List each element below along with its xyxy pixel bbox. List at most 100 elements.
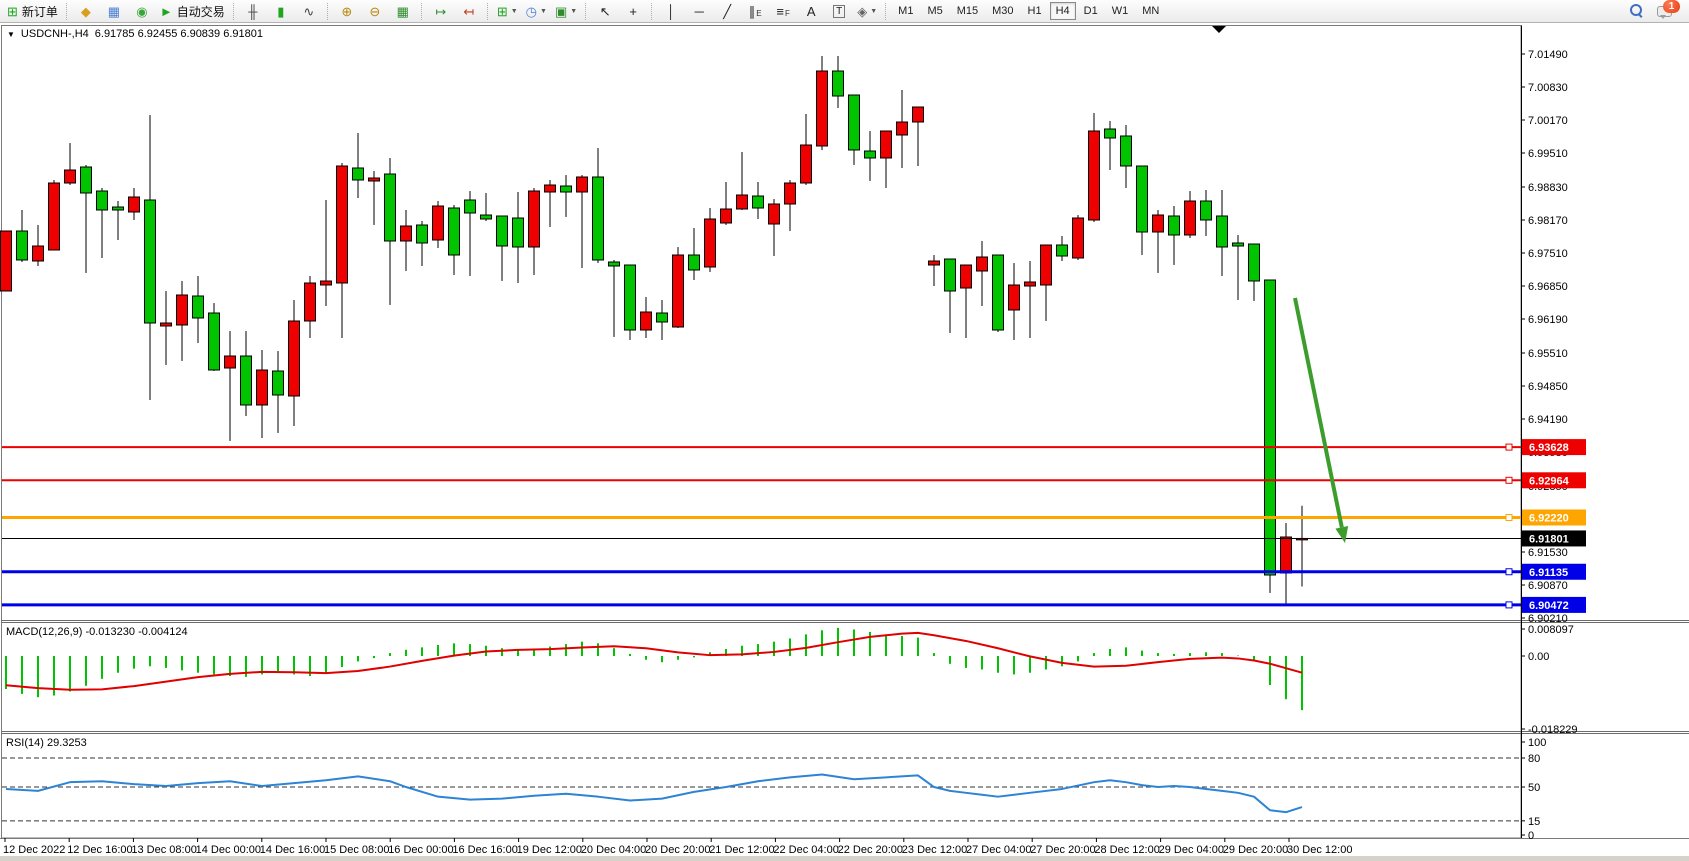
window-bottom-edge bbox=[0, 856, 1689, 861]
candle bbox=[497, 216, 508, 246]
candlestick-chart-icon: ▮ bbox=[277, 5, 284, 18]
toolbar: ⊞新订单◆▦◉►自动交易╫▮∿⊕⊖▦↦↤⊞▼◷▼▣▼↖+│─╱∥E≡FAT◈▼M… bbox=[0, 0, 1689, 23]
auto-scroll-button[interactable]: ↦ bbox=[428, 0, 454, 22]
new-chart-button[interactable]: ⊞▼ bbox=[494, 0, 521, 22]
timeframe-m30-button[interactable]: M30 bbox=[986, 2, 1019, 20]
signals-button[interactable]: ◆ bbox=[73, 0, 99, 22]
indicators-button[interactable]: ▣▼ bbox=[552, 0, 580, 22]
candle bbox=[849, 95, 860, 150]
candle bbox=[257, 370, 268, 405]
candle bbox=[513, 218, 524, 247]
chart-shift-button[interactable]: ↤ bbox=[456, 0, 482, 22]
line-handle[interactable] bbox=[1506, 515, 1512, 521]
chevron-down-icon[interactable]: ▼ bbox=[540, 8, 547, 15]
horizontal-line-button[interactable]: ─ bbox=[686, 0, 712, 22]
time-tick-label: 16 Dec 00:00 bbox=[388, 844, 453, 856]
new-order-button[interactable]: ⊞新订单 bbox=[4, 0, 61, 22]
candle bbox=[529, 191, 540, 247]
price-tick-label: 6.98830 bbox=[1528, 182, 1568, 194]
signals-icon: ◆ bbox=[81, 5, 91, 18]
chevron-down-icon[interactable]: ▼ bbox=[870, 8, 877, 15]
search-icon[interactable] bbox=[1629, 3, 1645, 19]
candle bbox=[689, 255, 700, 270]
profiles-button[interactable]: ◷▼ bbox=[523, 0, 550, 22]
candle bbox=[481, 215, 492, 219]
candle bbox=[305, 283, 316, 321]
line-chart-button[interactable]: ∿ bbox=[296, 0, 322, 22]
time-tick-label: 15 Dec 08:00 bbox=[324, 844, 389, 856]
line-handle[interactable] bbox=[1506, 444, 1512, 450]
line-handle[interactable] bbox=[1506, 569, 1512, 575]
time-tick-label: 20 Dec 20:00 bbox=[645, 844, 710, 856]
time-tick-label: 14 Dec 00:00 bbox=[196, 844, 261, 856]
equidistant-channel-letter: E bbox=[756, 8, 761, 21]
trendline-button[interactable]: ╱ bbox=[714, 0, 740, 22]
cursor-button[interactable]: ↖ bbox=[592, 0, 618, 22]
time-tick-label: 27 Dec 20:00 bbox=[1030, 844, 1095, 856]
chart-canvas[interactable]: 7.014907.008307.001706.995106.988306.981… bbox=[0, 23, 1689, 861]
text-icon: A bbox=[807, 5, 816, 18]
candlestick-chart-button[interactable]: ▮ bbox=[268, 0, 294, 22]
timeframe-d1-button[interactable]: D1 bbox=[1078, 2, 1104, 20]
candle bbox=[369, 178, 380, 181]
candle bbox=[193, 296, 204, 318]
zoom-in-button[interactable]: ⊕ bbox=[334, 0, 360, 22]
candle bbox=[817, 71, 828, 146]
time-tick-label: 27 Dec 04:00 bbox=[966, 844, 1031, 856]
mt4-window: ⊞新订单◆▦◉►自动交易╫▮∿⊕⊖▦↦↤⊞▼◷▼▣▼↖+│─╱∥E≡FAT◈▼M… bbox=[0, 0, 1689, 861]
zoom-out-button[interactable]: ⊖ bbox=[362, 0, 388, 22]
time-tick-label: 14 Dec 16:00 bbox=[260, 844, 325, 856]
price-badge-label: 6.90472 bbox=[1529, 600, 1569, 612]
candle bbox=[321, 281, 332, 285]
fibonacci-button[interactable]: ≡F bbox=[770, 0, 796, 22]
chevron-down-icon[interactable]: ▼ bbox=[570, 8, 577, 15]
candle bbox=[1281, 537, 1292, 573]
time-tick-label: 16 Dec 16:00 bbox=[452, 844, 517, 856]
text-label-button[interactable]: T bbox=[826, 0, 852, 22]
candle bbox=[609, 262, 620, 266]
text-button[interactable]: A bbox=[798, 0, 824, 22]
candle bbox=[1025, 282, 1036, 286]
candle bbox=[1, 231, 12, 291]
chevron-down-icon[interactable]: ▼ bbox=[511, 8, 518, 15]
time-tick-label: 30 Dec 12:00 bbox=[1287, 844, 1352, 856]
rsi-tick-label: 80 bbox=[1528, 753, 1540, 765]
news-button[interactable]: ◉ bbox=[129, 0, 155, 22]
notifications-button[interactable]: 1 bbox=[1657, 2, 1677, 20]
timeframe-m5-button[interactable]: M5 bbox=[921, 2, 948, 20]
equidistant-channel-button[interactable]: ∥E bbox=[742, 0, 768, 22]
time-tick-label: 20 Dec 04:00 bbox=[581, 844, 646, 856]
news-icon: ◉ bbox=[136, 5, 147, 18]
timeframe-m1-button[interactable]: M1 bbox=[892, 2, 919, 20]
crosshair-button[interactable]: + bbox=[620, 0, 646, 22]
line-handle[interactable] bbox=[1506, 477, 1512, 483]
autotrading-label: 自动交易 bbox=[177, 3, 225, 20]
horizontal-line-icon: ─ bbox=[695, 5, 704, 18]
candle bbox=[1249, 244, 1260, 281]
candle bbox=[577, 177, 588, 192]
candle bbox=[145, 200, 156, 323]
candle bbox=[97, 191, 108, 210]
collapse-arrow-icon[interactable]: ▼ bbox=[7, 30, 15, 39]
toolbar-separator bbox=[233, 3, 235, 20]
timeframe-h1-button[interactable]: H1 bbox=[1022, 2, 1048, 20]
candle bbox=[721, 209, 732, 223]
autotrading-button[interactable]: ►自动交易 bbox=[157, 0, 228, 22]
timeframe-w1-button[interactable]: W1 bbox=[1106, 2, 1135, 20]
notification-badge: 1 bbox=[1663, 0, 1680, 13]
chart-symbol-period: USDCNH-,H4 bbox=[21, 28, 89, 40]
chat-bubble-icon bbox=[1660, 15, 1666, 19]
candle bbox=[705, 219, 716, 267]
market-button[interactable]: ▦ bbox=[101, 0, 127, 22]
timeframe-h4-button[interactable]: H4 bbox=[1050, 2, 1076, 20]
candle bbox=[561, 186, 572, 192]
shapes-button[interactable]: ◈▼ bbox=[854, 0, 880, 22]
bar-chart-button[interactable]: ╫ bbox=[240, 0, 266, 22]
candle bbox=[1153, 215, 1164, 232]
timeframe-mn-button[interactable]: MN bbox=[1136, 2, 1165, 20]
timeframe-m15-button[interactable]: M15 bbox=[951, 2, 984, 20]
tile-windows-button[interactable]: ▦ bbox=[390, 0, 416, 22]
candle bbox=[289, 321, 300, 396]
line-handle[interactable] bbox=[1506, 602, 1512, 608]
vertical-line-button[interactable]: │ bbox=[658, 0, 684, 22]
